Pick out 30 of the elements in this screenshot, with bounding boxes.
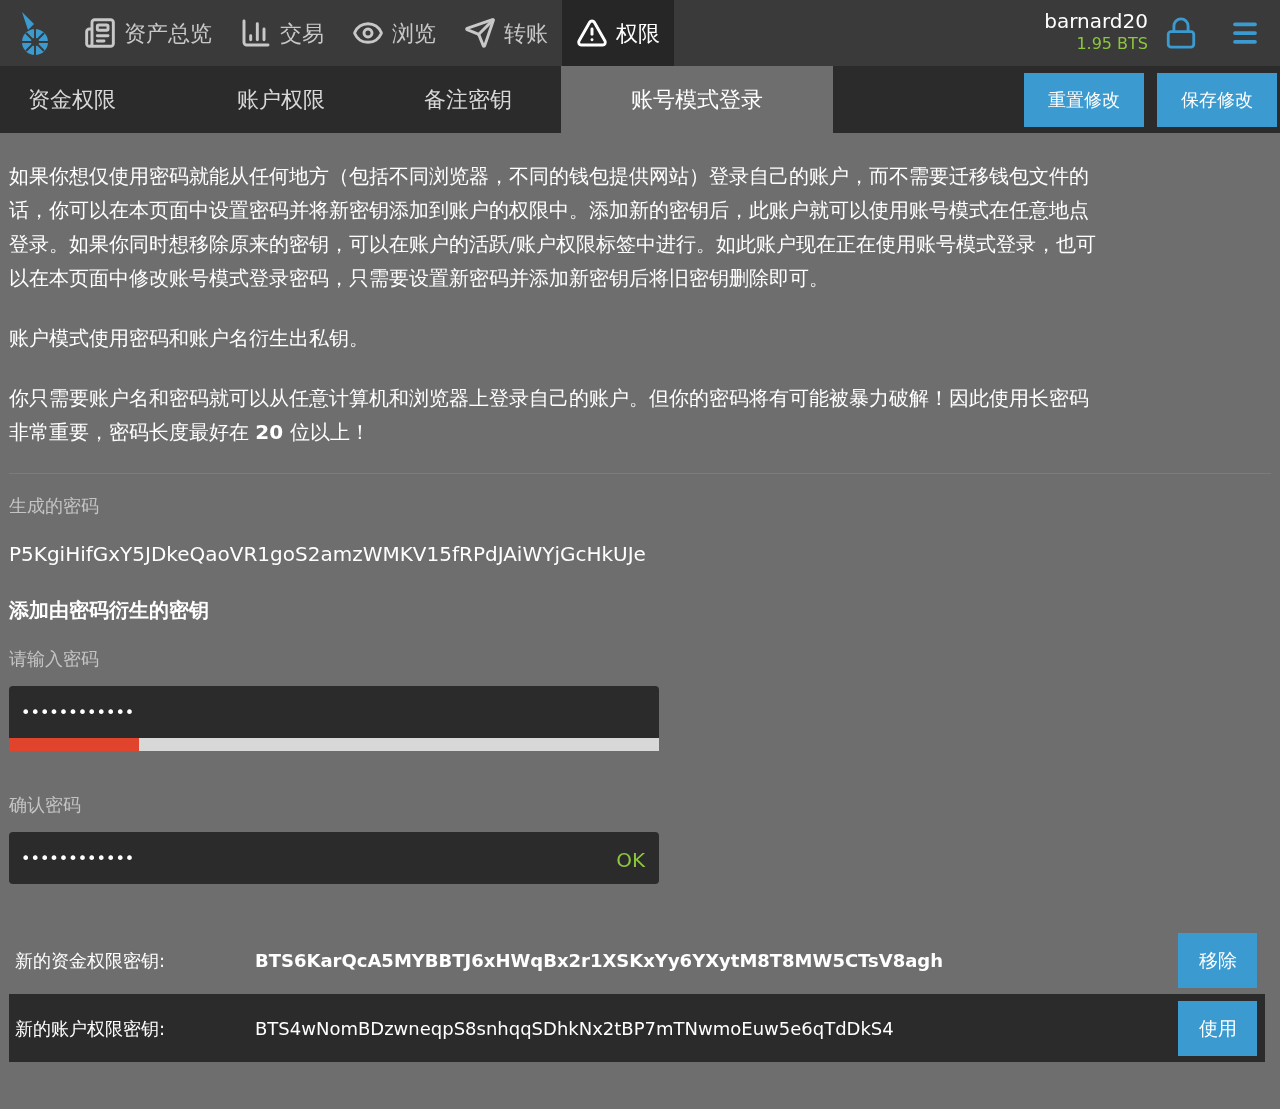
generated-password-label: 生成的密码 [9, 494, 100, 518]
send-icon [464, 17, 496, 49]
nav-tab[interactable]: 资产总览 [70, 0, 226, 66]
nav-tab[interactable]: 权限 [562, 0, 674, 66]
sub-tab[interactable]: 资金权限 [0, 66, 187, 133]
newspaper-icon [84, 17, 116, 49]
description-paragraph: 账户模式使用密码和账户名衍生出私钥。 [9, 325, 370, 352]
key-label: 新的账户权限密钥: [15, 1016, 167, 1041]
password-field[interactable]: •••••••••••• [9, 686, 659, 738]
bar-chart-icon [240, 17, 272, 49]
sub-tab[interactable]: 备注密钥 [374, 66, 561, 133]
nav-tab[interactable]: 交易 [226, 0, 338, 66]
lock-icon[interactable] [1164, 16, 1198, 50]
public-key: BTS6KarQcA5MYBBTJ6xHWqBx2r1XSKxYy6YXytM8T8MW5CTsV8agh [255, 946, 1178, 974]
key-label: 新的资金权限密钥: [15, 948, 167, 973]
generated-password: P5KgiHifGxY5JDkeQaoVR1goS2amzWMKV15fRPdJAiWYjGcHkUJe [9, 541, 647, 568]
password-label: 请输入密码 [9, 647, 100, 671]
description-paragraph: 如果你想仅使用密码就能从任何地方（包括不同浏览器，不同的钱包提供网站）登录自己的账户，而不需要迁移钱包文件的话，你可以在本页面中设置密码并将新密钥添加到账户的权限中。添加新的密钥后，此账户就可以使用账号模式在任意地点登录。如果你同时想移除原来的密钥，可以在账户的活跃/账户权限标签中进行。如此账户现在正在使用账号模式登录，也可以在本页面中修改账号模式登录密码，只需要设置新密码并添加新密钥后将旧密钥删除即可。 [9, 163, 1097, 292]
warning-icon [576, 17, 608, 49]
account-balance: 1.95 BTS [1076, 33, 1148, 55]
sub-tab[interactable]: 账户权限 [187, 66, 374, 133]
confirm-label: 确认密码 [9, 793, 82, 817]
sub-tab[interactable]: 账号模式登录 [561, 66, 833, 133]
description-paragraph: 你只需要账户名和密码就可以从任意计算机和浏览器上登录自己的账户。但你的密码将有可能被暴力破解！因此使用长密码非常重要，密码长度最好在 20 位以上！ [9, 385, 1090, 446]
nav-tab[interactable]: 转账 [450, 0, 562, 66]
match-status: OK [616, 847, 645, 874]
section-title: 添加由密码衍生的密钥 [9, 597, 210, 624]
public-key: BTS4wNomBDzwneqpS8snhqqSDhkNx2tBP7mTNwmoEuw5e6qTdDkS4 [255, 1014, 1178, 1042]
nav-tab[interactable]: 浏览 [338, 0, 450, 66]
account-name[interactable]: barnard20 [1044, 10, 1148, 32]
